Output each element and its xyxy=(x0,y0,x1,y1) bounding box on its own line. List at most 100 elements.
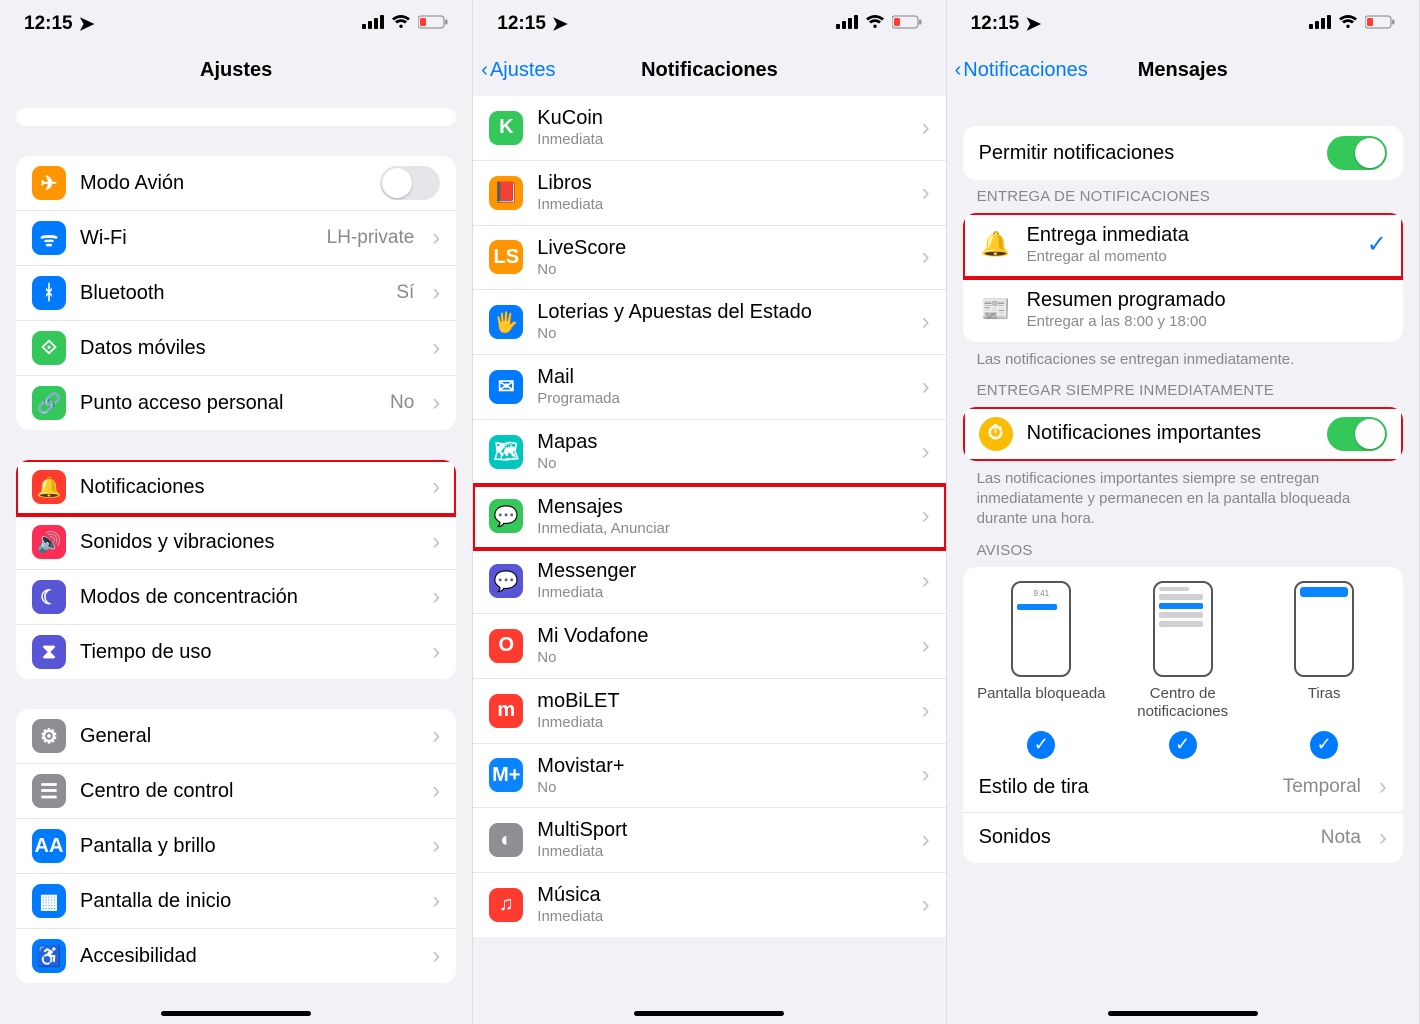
chevron-right-icon: › xyxy=(922,826,930,854)
bell-icon: 🔔 xyxy=(32,470,66,504)
list-item[interactable]: 🖐Loterias y Apuestas del EstadoNo› xyxy=(473,290,945,355)
list-item[interactable]: 📰Resumen programadoEntregar a las 8:00 y… xyxy=(963,278,1403,342)
row-value: Sí xyxy=(396,282,414,304)
airplane-icon: ✈ xyxy=(32,166,66,200)
link-icon: 🔗 xyxy=(32,386,66,420)
signal-icon xyxy=(1309,13,1331,35)
list-item[interactable]: 📕LibrosInmediata› xyxy=(473,161,945,226)
grid-icon: ▦ xyxy=(32,884,66,918)
home-indicator xyxy=(634,1011,784,1016)
important-notifications-row[interactable]: ⏱ Notificaciones importantes xyxy=(963,407,1403,461)
m-icon: m xyxy=(489,694,523,728)
list-item[interactable]: ᯤWi-FiLH-private› xyxy=(16,211,456,266)
aviso-option[interactable]: 9:41Pantalla bloqueada✓ xyxy=(976,581,1106,759)
list-item[interactable]: AAPantalla y brillo› xyxy=(16,819,456,874)
settings-group-notifications: 🔔Notificaciones›🔊Sonidos y vibraciones›☾… xyxy=(16,460,456,679)
speaker-icon: 🔊 xyxy=(32,525,66,559)
list-item[interactable]: ◐MultiSportInmediata› xyxy=(473,808,945,873)
row-title: Movistar+ xyxy=(537,754,907,779)
chevron-left-icon: ‹ xyxy=(481,59,488,82)
location-icon: ➤ xyxy=(1025,13,1041,36)
row-value: Nota xyxy=(1321,827,1361,849)
row-title: General xyxy=(80,724,418,749)
check-icon[interactable]: ✓ xyxy=(1310,731,1338,759)
list-item[interactable]: ✈Modo Avión xyxy=(16,156,456,211)
wifi-icon: ᯤ xyxy=(32,221,66,255)
list-item[interactable]: mmoBiLETInmediata› xyxy=(473,679,945,744)
back-button[interactable]: ‹Ajustes xyxy=(481,59,555,82)
sonidos-row[interactable]: Sonidos Nota › xyxy=(963,813,1403,863)
list-item[interactable]: 🔗Punto acceso personalNo› xyxy=(16,376,456,430)
list-item[interactable]: 🔔Notificaciones› xyxy=(16,460,456,515)
list-item[interactable]: 💬MensajesInmediata, Anunciar› xyxy=(473,485,945,550)
row-subtitle: No xyxy=(537,649,907,668)
row-title: Resumen programado xyxy=(1027,288,1387,313)
list-item[interactable]: OMi VodafoneNo› xyxy=(473,614,945,679)
chevron-right-icon: › xyxy=(432,887,440,915)
row-subtitle: No xyxy=(537,455,907,474)
aviso-option[interactable]: Centro de notificaciones✓ xyxy=(1118,581,1248,759)
back-button[interactable]: ‹Notificaciones xyxy=(955,59,1088,82)
chevron-right-icon: › xyxy=(432,583,440,611)
list-item[interactable]: ᚼBluetoothSí› xyxy=(16,266,456,321)
list-item[interactable]: ☾Modos de concentración› xyxy=(16,570,456,625)
allow-notifications-row[interactable]: Permitir notificaciones xyxy=(963,126,1403,180)
check-icon[interactable]: ✓ xyxy=(1027,731,1055,759)
list-item[interactable]: KKuCoinInmediata› xyxy=(473,96,945,161)
list-item[interactable]: ☰Centro de control› xyxy=(16,764,456,819)
LS-icon: LS xyxy=(489,240,523,274)
phone-preview-icon xyxy=(1153,581,1213,677)
list-item[interactable]: 🔔Entrega inmediataEntregar al momento✓ xyxy=(963,213,1403,278)
status-time: 12:15 xyxy=(971,13,1020,35)
♫-icon: ♫ xyxy=(489,888,523,922)
list-item[interactable]: 💬MessengerInmediata› xyxy=(473,549,945,614)
list-item[interactable]: M+Movistar+No› xyxy=(473,744,945,809)
location-icon: ➤ xyxy=(552,13,568,36)
delivery-note: Las notificaciones se entregan inmediata… xyxy=(947,342,1419,374)
important-toggle[interactable] xyxy=(1327,417,1387,451)
chevron-right-icon: › xyxy=(922,632,930,660)
settings-group-general: ⚙ General › ☰Centro de control›AAPantalla y… xyxy=(16,709,456,983)
aviso-option[interactable]: Tiras✓ xyxy=(1259,581,1389,759)
list-item[interactable]: 🗺MapasNo› xyxy=(473,420,945,485)
navbar: ‹Ajustes Notificaciones xyxy=(473,44,945,96)
row-title: Messenger xyxy=(537,559,907,584)
back-label: Notificaciones xyxy=(963,59,1088,82)
moon-icon: ☾ xyxy=(32,580,66,614)
list-item[interactable]: ♿Accesibilidad› xyxy=(16,929,456,983)
row-title: Mail xyxy=(537,365,907,390)
list-item[interactable]: ⟐Datos móviles› xyxy=(16,321,456,376)
chevron-right-icon: › xyxy=(922,697,930,725)
toggle[interactable] xyxy=(380,166,440,200)
row-subtitle: No xyxy=(537,325,907,344)
list-item[interactable]: ♫MúsicaInmediata› xyxy=(473,873,945,937)
chevron-right-icon: › xyxy=(432,389,440,417)
list-item[interactable]: ✉MailProgramada› xyxy=(473,355,945,420)
settings-group-network: ✈Modo AviónᯤWi-FiLH-private›ᚼBluetoothSí… xyxy=(16,156,456,430)
list-item[interactable]: LSLiveScoreNo› xyxy=(473,226,945,291)
row-title: Mapas xyxy=(537,430,907,455)
status-bar: 12:15 ➤ xyxy=(473,0,945,44)
chevron-right-icon: › xyxy=(432,473,440,501)
chevron-right-icon: › xyxy=(922,502,930,530)
aviso-label: Pantalla bloqueada xyxy=(977,685,1105,723)
gear-icon: ⚙ xyxy=(32,719,66,753)
page-title: Ajustes xyxy=(200,59,272,82)
peek-previous-group xyxy=(16,108,456,126)
delivery-group: 🔔Entrega inmediataEntregar al momento✓📰R… xyxy=(963,213,1403,342)
list-item[interactable]: ▦Pantalla de inicio› xyxy=(16,874,456,929)
allow-toggle[interactable] xyxy=(1327,136,1387,170)
estilo-tira-row[interactable]: Estilo de tira Temporal › xyxy=(963,763,1403,813)
list-item[interactable]: 🔊Sonidos y vibraciones› xyxy=(16,515,456,570)
row-value: No xyxy=(390,392,414,414)
check-icon[interactable]: ✓ xyxy=(1169,731,1197,759)
list-item[interactable]: ⧗Tiempo de uso› xyxy=(16,625,456,679)
list-item[interactable]: ⚙General› xyxy=(16,709,456,764)
row-subtitle: Programada xyxy=(537,390,907,409)
status-time: 12:15 xyxy=(497,13,546,35)
switches-icon: ☰ xyxy=(32,774,66,808)
row-subtitle: Entregar a las 8:00 y 18:00 xyxy=(1027,313,1387,332)
location-icon: ➤ xyxy=(79,13,95,36)
pane-mensajes: 12:15➤ ‹Notificaciones Mensajes Permitir… xyxy=(947,0,1420,1024)
allow-group: Permitir notificaciones xyxy=(963,126,1403,180)
